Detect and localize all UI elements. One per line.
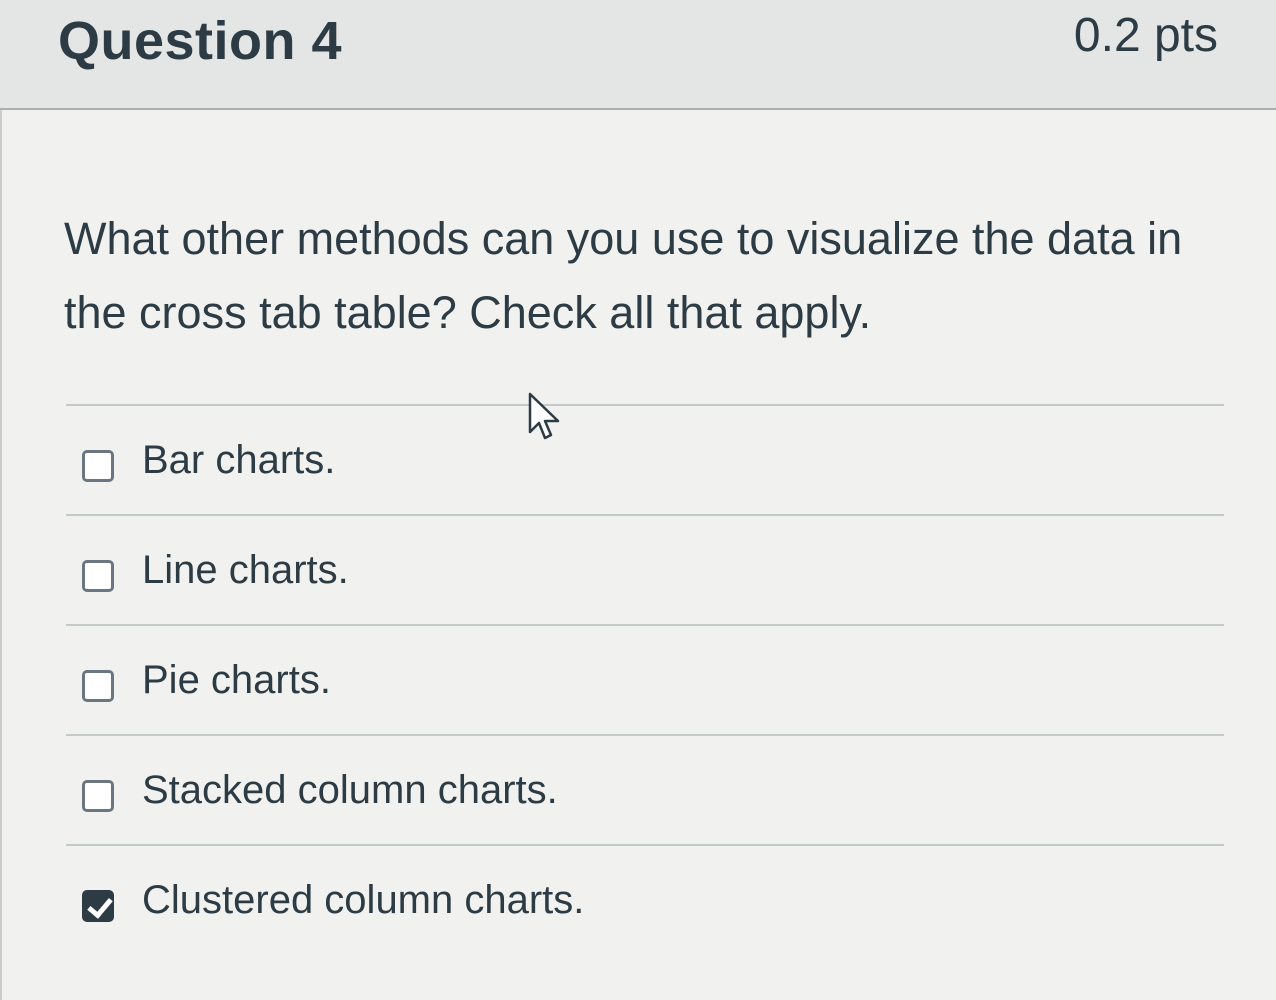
question-points: 0.2 pts — [1073, 9, 1218, 62]
checkbox-icon[interactable] — [82, 890, 114, 922]
quiz-page: Question 4 0.2 pts What other methods ca… — [0, 0, 1276, 1000]
question-header: Question 4 0.2 pts — [0, 0, 1276, 110]
checkbox-icon[interactable] — [82, 780, 114, 812]
answer-label[interactable]: Clustered column charts. — [142, 878, 584, 923]
checkbox-icon[interactable] — [82, 450, 114, 482]
answer-label[interactable]: Pie charts. — [142, 658, 331, 703]
answer-label[interactable]: Line charts. — [142, 548, 349, 593]
mouse-pointer-icon — [528, 392, 560, 440]
answer-option-line-charts[interactable]: Line charts. — [66, 514, 1224, 624]
checkbox-icon[interactable] — [82, 560, 114, 592]
answer-option-pie-charts[interactable]: Pie charts. — [66, 624, 1224, 734]
answer-option-stacked-column-charts[interactable]: Stacked column charts. — [66, 734, 1224, 844]
answer-list: Bar charts. Line charts. Pie charts. Sta… — [66, 404, 1224, 954]
checkbox-icon[interactable] — [82, 670, 114, 702]
answer-option-bar-charts[interactable]: Bar charts. — [66, 404, 1224, 514]
question-title: Question 4 — [58, 11, 343, 71]
answer-option-clustered-column-charts[interactable]: Clustered column charts. — [66, 844, 1224, 954]
answer-label[interactable]: Stacked column charts. — [142, 768, 558, 813]
question-text: What other methods can you use to visual… — [64, 213, 1183, 338]
answer-label[interactable]: Bar charts. — [142, 438, 335, 483]
question-body: What other methods can you use to visual… — [0, 110, 1276, 1000]
